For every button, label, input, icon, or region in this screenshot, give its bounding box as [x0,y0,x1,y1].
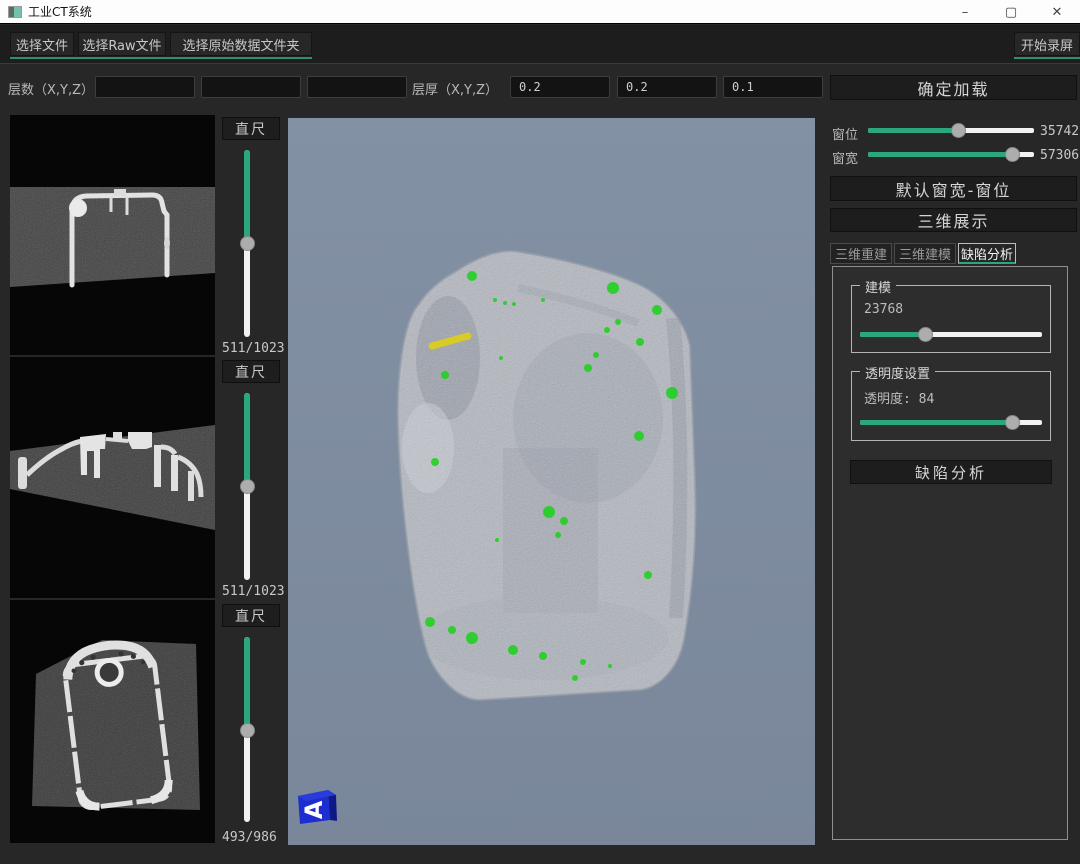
toolbar-underline [10,57,312,59]
layers-x-input[interactable] [95,76,195,98]
record-underline [1014,57,1080,59]
opacity-group-title: 透明度设置 [860,363,935,382]
select-file-button[interactable]: 选择文件 [10,32,74,56]
ct-slice-top-view[interactable] [10,115,215,355]
slider-handle[interactable] [1005,415,1020,430]
opacity-groupbox: 透明度设置 透明度: 84 [851,371,1051,441]
display-3d-button[interactable]: 三维展示 [830,208,1077,232]
thickness-y-input[interactable] [617,76,717,98]
defect-analysis-button[interactable]: 缺陷分析 [850,460,1052,484]
viewport-3d[interactable]: A [288,118,815,845]
layers-z-input[interactable] [307,76,407,98]
defect-analysis-panel: 建模 23768 透明度设置 透明度: 84 缺陷分析 [832,266,1068,840]
slice-slider-3[interactable] [241,637,253,822]
slice-position-3: 493/986 [222,830,277,845]
industrial-ct-app: 工业CT系统 – ▢ ✕ 选择文件 选择Raw文件 选择原始数据文件夹 开始录屏… [0,0,1080,864]
modeling-slider[interactable] [860,326,1042,342]
window-width-label: 窗宽 [832,148,858,167]
window-width-value: 57306 [1040,148,1079,163]
window-width-slider[interactable] [868,146,1034,162]
ruler-button-3[interactable]: 直尺 [222,604,280,627]
titlebar: 工业CT系统 – ▢ ✕ [0,0,1080,24]
default-window-button[interactable]: 默认窗宽-窗位 [830,176,1077,201]
minimize-button[interactable]: – [942,0,988,24]
slice-position-1: 511/1023 [222,341,285,356]
opacity-slider[interactable] [860,414,1042,430]
thickness-x-input[interactable] [510,76,610,98]
slider-handle[interactable] [1005,147,1020,162]
slice-slider-2[interactable] [241,393,253,580]
toolbar: 选择文件 选择Raw文件 选择原始数据文件夹 开始录屏 [0,25,1080,64]
parameter-row: 层数（X,Y,Z） 层厚（X,Y,Z） 确定加载 [0,65,1080,110]
confirm-load-button[interactable]: 确定加载 [830,75,1077,100]
modeling-value: 23768 [864,302,903,317]
ct-slice-side-view[interactable] [10,357,215,598]
modeling-group-title: 建模 [860,277,896,296]
app-icon [8,6,22,18]
ruler-button-1[interactable]: 直尺 [222,117,280,140]
slider-handle[interactable] [951,123,966,138]
slice-slider-1[interactable] [241,150,253,337]
window-title: 工业CT系统 [28,3,92,20]
orientation-logo-cube: A [298,790,337,824]
select-folder-button[interactable]: 选择原始数据文件夹 [170,32,312,56]
ct-slice-front-view[interactable] [10,600,215,843]
modeling-groupbox: 建模 23768 [851,285,1051,353]
tab-defect-analysis[interactable]: 缺陷分析 [958,243,1016,264]
tab-3d-modeling[interactable]: 三维建模 [894,243,956,264]
opacity-value: 透明度: 84 [864,388,934,407]
slice-position-2: 511/1023 [222,584,285,599]
slider-handle[interactable] [240,723,255,738]
close-button[interactable]: ✕ [1034,0,1080,24]
window-level-slider[interactable] [868,122,1034,138]
ruler-button-2[interactable]: 直尺 [222,360,280,383]
start-record-button[interactable]: 开始录屏 [1014,32,1080,56]
logo-letter: A [300,800,328,819]
window-level-label: 窗位 [832,124,858,143]
layers-label: 层数（X,Y,Z） [8,79,94,98]
layers-y-input[interactable] [201,76,301,98]
tab-3d-reconstruction[interactable]: 三维重建 [830,243,892,264]
thickness-z-input[interactable] [723,76,823,98]
slider-handle[interactable] [918,327,933,342]
slider-handle[interactable] [240,236,255,251]
maximize-button[interactable]: ▢ [988,0,1034,24]
select-raw-button[interactable]: 选择Raw文件 [78,32,166,56]
window-level-value: 35742 [1040,124,1079,139]
slider-handle[interactable] [240,479,255,494]
thickness-label: 层厚（X,Y,Z） [412,79,498,98]
